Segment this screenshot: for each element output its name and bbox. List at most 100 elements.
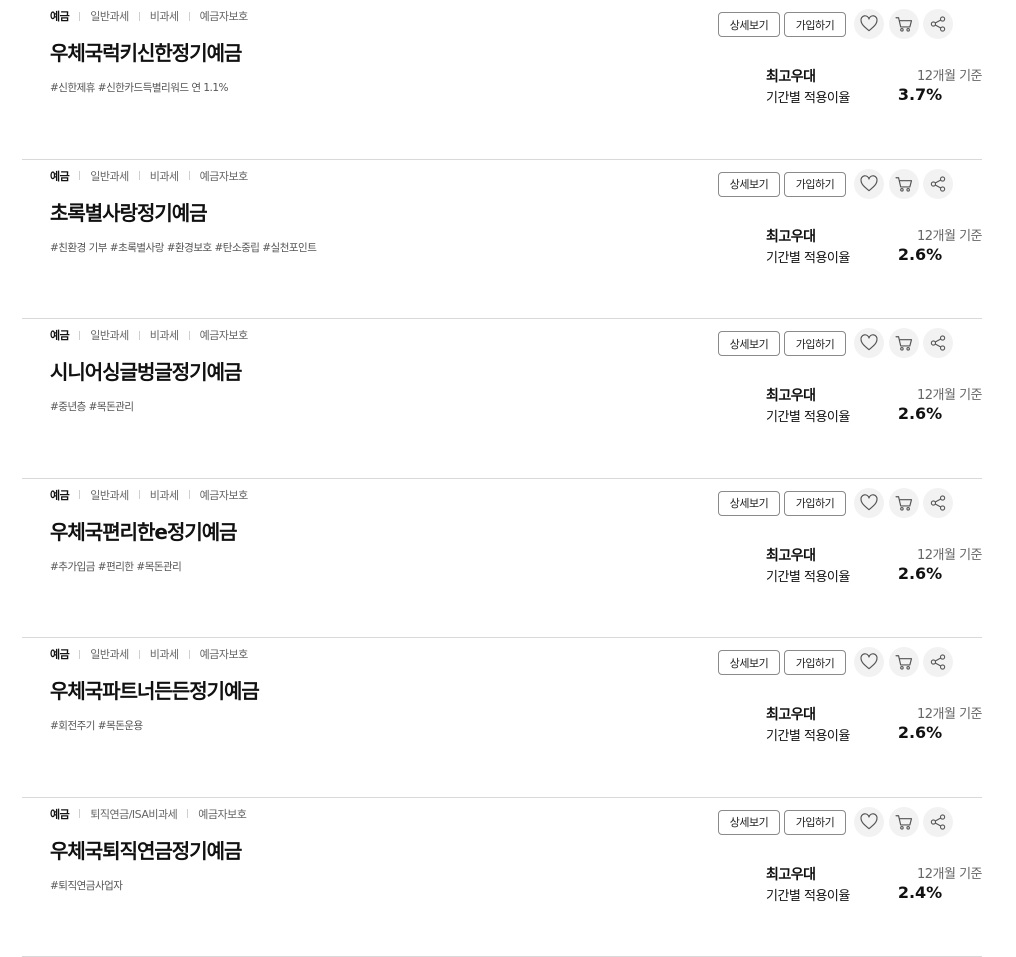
favorite-button[interactable] xyxy=(854,807,884,837)
category-row: 예금 일반과세 비과세 예금자보호 xyxy=(50,487,248,503)
heart-icon xyxy=(859,812,879,832)
cart-button[interactable] xyxy=(889,488,919,518)
detail-button[interactable]: 상세보기 xyxy=(718,172,780,197)
cart-icon xyxy=(894,812,914,832)
category-label: 예금자보호 xyxy=(200,8,248,24)
join-button[interactable]: 가입하기 xyxy=(784,491,846,516)
share-icon xyxy=(928,652,948,672)
category-divider xyxy=(189,12,190,21)
heart-icon xyxy=(859,652,879,672)
join-button[interactable]: 가입하기 xyxy=(784,650,846,675)
share-icon xyxy=(928,812,948,832)
category-label: 예금 xyxy=(50,806,69,822)
category-divider xyxy=(139,490,140,499)
rate-basis: 12개월 기준 xyxy=(888,703,982,722)
product-tags: #회전주기 #목돈운용 xyxy=(50,718,143,733)
share-button[interactable] xyxy=(923,647,953,677)
detail-button[interactable]: 상세보기 xyxy=(718,491,780,516)
join-button[interactable]: 가입하기 xyxy=(784,810,846,835)
product-item: 예금 일반과세 비과세 예금자보호 우체국편리한e정기예금 #추가입금 #편리한… xyxy=(22,479,982,639)
share-button[interactable] xyxy=(923,9,953,39)
term-rate-label: 기간별 적용이율 xyxy=(766,566,850,585)
rate-basis: 12개월 기준 xyxy=(888,544,982,563)
category-divider xyxy=(139,650,140,659)
category-label: 예금자보호 xyxy=(200,327,248,343)
category-divider xyxy=(79,171,80,180)
category-divider xyxy=(79,809,80,818)
cart-button[interactable] xyxy=(889,647,919,677)
category-row: 예금 일반과세 비과세 예금자보호 xyxy=(50,327,248,343)
product-title[interactable]: 우체국파트너든든정기예금 xyxy=(50,675,259,704)
term-rate-label: 기간별 적용이율 xyxy=(766,725,850,744)
max-rate-label: 최고우대 xyxy=(766,385,816,405)
category-divider xyxy=(139,171,140,180)
cart-icon xyxy=(894,174,914,194)
category-label: 예금자보호 xyxy=(200,487,248,503)
cart-icon xyxy=(894,333,914,353)
favorite-button[interactable] xyxy=(854,488,884,518)
category-label: 비과세 xyxy=(150,487,179,503)
category-label: 예금 xyxy=(50,327,69,343)
share-button[interactable] xyxy=(923,807,953,837)
rate-basis: 12개월 기준 xyxy=(888,225,982,244)
max-rate-label: 최고우대 xyxy=(766,704,816,724)
rate-value: 2.6% xyxy=(890,245,950,264)
product-list: 예금 일반과세 비과세 예금자보호 우체국럭키신한정기예금 #신한제휴 #신한카… xyxy=(22,0,982,957)
heart-icon xyxy=(859,493,879,513)
category-label: 비과세 xyxy=(150,8,179,24)
rate-basis: 12개월 기준 xyxy=(888,384,982,403)
favorite-button[interactable] xyxy=(854,169,884,199)
share-button[interactable] xyxy=(923,328,953,358)
term-rate-label: 기간별 적용이율 xyxy=(766,247,850,266)
favorite-button[interactable] xyxy=(854,328,884,358)
product-title[interactable]: 초록별사랑정기예금 xyxy=(50,197,207,226)
cart-button[interactable] xyxy=(889,328,919,358)
cart-icon xyxy=(894,493,914,513)
category-label: 예금자보호 xyxy=(200,646,248,662)
category-row: 예금 퇴직연금/ISA비과세 예금자보호 xyxy=(50,806,246,822)
heart-icon xyxy=(859,174,879,194)
join-button[interactable]: 가입하기 xyxy=(784,12,846,37)
term-rate-label: 기간별 적용이율 xyxy=(766,885,850,904)
rate-basis: 12개월 기준 xyxy=(888,65,982,84)
share-icon xyxy=(928,174,948,194)
cart-icon xyxy=(894,652,914,672)
product-title[interactable]: 우체국럭키신한정기예금 xyxy=(50,37,241,66)
category-label: 일반과세 xyxy=(90,168,128,184)
category-divider xyxy=(189,171,190,180)
join-button[interactable]: 가입하기 xyxy=(784,172,846,197)
detail-button[interactable]: 상세보기 xyxy=(718,12,780,37)
detail-button[interactable]: 상세보기 xyxy=(718,331,780,356)
product-title[interactable]: 우체국퇴직연금정기예금 xyxy=(50,835,241,864)
max-rate-label: 최고우대 xyxy=(766,545,816,565)
category-divider xyxy=(189,331,190,340)
cart-button[interactable] xyxy=(889,169,919,199)
share-button[interactable] xyxy=(923,169,953,199)
heart-icon xyxy=(859,333,879,353)
cart-button[interactable] xyxy=(889,9,919,39)
product-item: 예금 일반과세 비과세 예금자보호 시니어싱글벙글정기예금 #중년층 #목돈관리… xyxy=(22,319,982,479)
rate-value: 3.7% xyxy=(890,85,950,104)
join-button[interactable]: 가입하기 xyxy=(784,331,846,356)
share-button[interactable] xyxy=(923,488,953,518)
product-tags: #추가입금 #편리한 #목돈관리 xyxy=(50,559,181,574)
category-label: 일반과세 xyxy=(90,327,128,343)
favorite-button[interactable] xyxy=(854,9,884,39)
rate-value: 2.6% xyxy=(890,723,950,742)
favorite-button[interactable] xyxy=(854,647,884,677)
share-icon xyxy=(928,493,948,513)
product-title[interactable]: 우체국편리한e정기예금 xyxy=(50,516,237,545)
category-divider xyxy=(189,650,190,659)
product-title[interactable]: 시니어싱글벙글정기예금 xyxy=(50,356,241,385)
detail-button[interactable]: 상세보기 xyxy=(718,810,780,835)
max-rate-label: 최고우대 xyxy=(766,864,816,884)
detail-button[interactable]: 상세보기 xyxy=(718,650,780,675)
cart-button[interactable] xyxy=(889,807,919,837)
category-label: 예금 xyxy=(50,8,69,24)
category-divider xyxy=(189,490,190,499)
cart-icon xyxy=(894,14,914,34)
rate-value: 2.6% xyxy=(890,404,950,423)
category-label: 예금 xyxy=(50,168,69,184)
category-label: 비과세 xyxy=(150,646,179,662)
category-divider xyxy=(79,650,80,659)
